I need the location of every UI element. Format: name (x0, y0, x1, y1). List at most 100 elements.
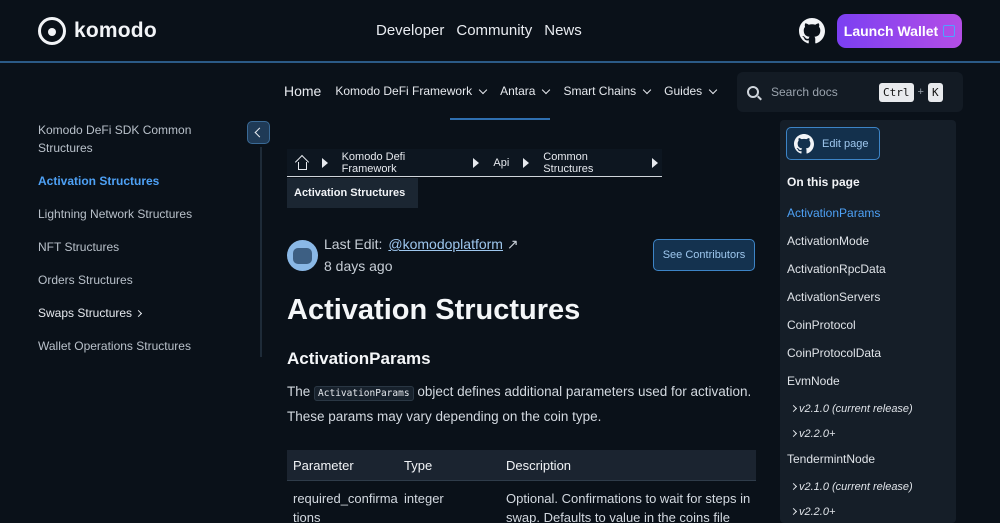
toc-item-coinprotocoldata[interactable]: CoinProtocolData (787, 344, 952, 372)
external-link-icon (943, 25, 956, 37)
toc-subitem-evmnode-v210[interactable]: v2.1.0 (current release) (787, 400, 952, 425)
section-paragraph: The ActivationParams object defines addi… (287, 380, 757, 428)
toc-item-activationservers[interactable]: ActivationServers (787, 288, 952, 316)
sidebar: Komodo DeFi SDK Common Structures Activa… (38, 121, 248, 370)
docs-nav-label: Smart Chains (563, 84, 637, 98)
docs-nav-home[interactable]: Home (284, 83, 321, 99)
avatar (287, 240, 318, 271)
nav-community[interactable]: Community (456, 22, 532, 39)
toc-title: On this page (787, 175, 860, 189)
shortcut-key-k: K (927, 82, 943, 102)
breadcrumb: Komodo Defi Framework Api Common Structu… (287, 149, 662, 177)
sidebar-item-wallet-operations-structures[interactable]: Wallet Operations Structures (38, 337, 248, 355)
nav-news[interactable]: News (544, 22, 582, 39)
sidebar-item-swaps-structures[interactable]: Swaps Structures (38, 304, 248, 322)
cell-type: integer (404, 491, 444, 506)
last-edit-label: Last Edit: (324, 236, 383, 252)
breadcrumb-separator-icon (321, 157, 328, 168)
shortcut-plus: + (917, 86, 924, 98)
toc-subitem-label: v2.2.0+ (799, 506, 836, 518)
toc-subitem-tendermintnode-v220[interactable]: v2.2.0+ (787, 503, 952, 523)
toc-subitem-label: v2.1.0 (current release) (799, 481, 913, 493)
table-row: required_confirmations integer Optional.… (287, 481, 756, 523)
sidebar-item-orders-structures[interactable]: Orders Structures (38, 271, 248, 289)
toc-item-activationparams[interactable]: ActivationParams (787, 204, 952, 232)
launch-wallet-label: Launch Wallet (843, 23, 939, 39)
toc-list: ActivationParams ActivationMode Activati… (787, 204, 952, 523)
chevron-down-icon (478, 85, 488, 94)
chevron-right-icon (789, 482, 798, 491)
edit-page-label: Edit page (822, 137, 869, 150)
section-heading: ActivationParams (287, 349, 431, 368)
breadcrumb-separator-icon (523, 157, 530, 168)
cell-parameter: required_confirmations (293, 491, 398, 523)
see-contributors-button[interactable]: See Contributors (653, 239, 755, 271)
toc-subitem-evmnode-v220[interactable]: v2.2.0+ (787, 425, 952, 450)
external-arrow-icon: ↗ (506, 236, 519, 252)
collapse-sidebar-button[interactable] (247, 121, 270, 144)
breadcrumb-current: Activation Structures (287, 178, 418, 208)
search-input[interactable]: Search docs Ctrl + K (737, 72, 963, 112)
chevron-right-icon (135, 309, 143, 318)
docs-nav-label: Guides (664, 84, 703, 98)
toc-item-activationrpcdata[interactable]: ActivationRpcData (787, 260, 952, 288)
docs-nav-label: Komodo DeFi Framework (335, 84, 473, 98)
params-table: Parameter Type Description required_conf… (287, 450, 756, 523)
toc-subitem-tendermintnode-v210[interactable]: v2.1.0 (current release) (787, 478, 952, 503)
shortcut-key-ctrl: Ctrl (879, 82, 914, 102)
breadcrumb-common-structures[interactable]: Common Structures (543, 151, 638, 175)
chevron-down-icon (642, 85, 652, 94)
github-icon[interactable] (799, 18, 825, 44)
breadcrumb-separator-icon (652, 157, 658, 168)
docs-nav-antara[interactable]: Antara (500, 84, 551, 98)
sidebar-divider (260, 147, 262, 357)
docs-nav-guides[interactable]: Guides (664, 84, 718, 98)
edit-page-button[interactable]: Edit page (786, 127, 880, 160)
toc-item-evmnode[interactable]: EvmNode (787, 372, 952, 400)
chevron-right-icon (789, 404, 798, 413)
chevron-down-icon (708, 85, 718, 94)
toc-item-activationmode[interactable]: ActivationMode (787, 232, 952, 260)
last-edit: Last Edit: @komodoplatform ↗ (324, 236, 519, 253)
paragraph-text: The (287, 384, 311, 399)
table-of-contents: Edit page On this page ActivationParams … (780, 120, 956, 523)
page-title: Activation Structures (287, 294, 581, 326)
toc-subitem-label: v2.1.0 (current release) (799, 403, 913, 415)
inline-code: ActivationParams (314, 386, 414, 401)
brand-name: komodo (74, 19, 157, 42)
chevron-right-icon (789, 507, 798, 516)
toc-subitem-label: v2.2.0+ (799, 428, 836, 440)
sidebar-item-nft-structures[interactable]: NFT Structures (38, 238, 248, 256)
docs-nav-smart-chains[interactable]: Smart Chains (563, 84, 652, 98)
main-nav: Developer Community News (376, 22, 582, 39)
chevron-right-icon (789, 429, 798, 438)
sidebar-item-sdk-common-structures[interactable]: Komodo DeFi SDK Common Structures (38, 121, 248, 157)
launch-wallet-button[interactable]: Launch Wallet (837, 14, 962, 48)
breadcrumb-api[interactable]: Api (493, 157, 509, 169)
breadcrumb-separator-icon (473, 157, 480, 168)
last-edit-time: 8 days ago (324, 258, 393, 274)
table-header: Parameter Type Description (287, 450, 756, 481)
active-nav-underline (450, 118, 550, 120)
breadcrumb-komodo-defi-framework[interactable]: Komodo Defi Framework (342, 151, 460, 175)
chevron-down-icon (542, 85, 551, 94)
komodo-logo-icon (38, 17, 66, 45)
search-placeholder: Search docs (771, 85, 838, 99)
home-icon[interactable] (295, 157, 308, 170)
column-header-parameter: Parameter (293, 457, 354, 473)
sidebar-item-lightning-network-structures[interactable]: Lightning Network Structures (38, 205, 248, 223)
docs-nav-label: Antara (500, 84, 536, 98)
sidebar-item-activation-structures[interactable]: Activation Structures (38, 172, 248, 190)
editor-link[interactable]: @komodoplatform (388, 236, 503, 252)
toc-item-tendermintnode[interactable]: TendermintNode (787, 450, 952, 478)
github-icon (794, 133, 814, 154)
sidebar-item-label: Swaps Structures (38, 306, 133, 320)
column-header-type: Type (404, 457, 433, 473)
docs-nav-komodo-defi-framework[interactable]: Komodo DeFi Framework (335, 84, 488, 98)
toc-item-coinprotocol[interactable]: CoinProtocol (787, 316, 952, 344)
top-navbar: komodo Developer Community News Launch W… (0, 0, 1000, 63)
docs-nav: Home Komodo DeFi Framework Antara Smart … (284, 83, 718, 99)
search-icon (747, 86, 759, 98)
komodo-logo[interactable]: komodo (38, 17, 157, 45)
nav-developer[interactable]: Developer (376, 22, 444, 39)
